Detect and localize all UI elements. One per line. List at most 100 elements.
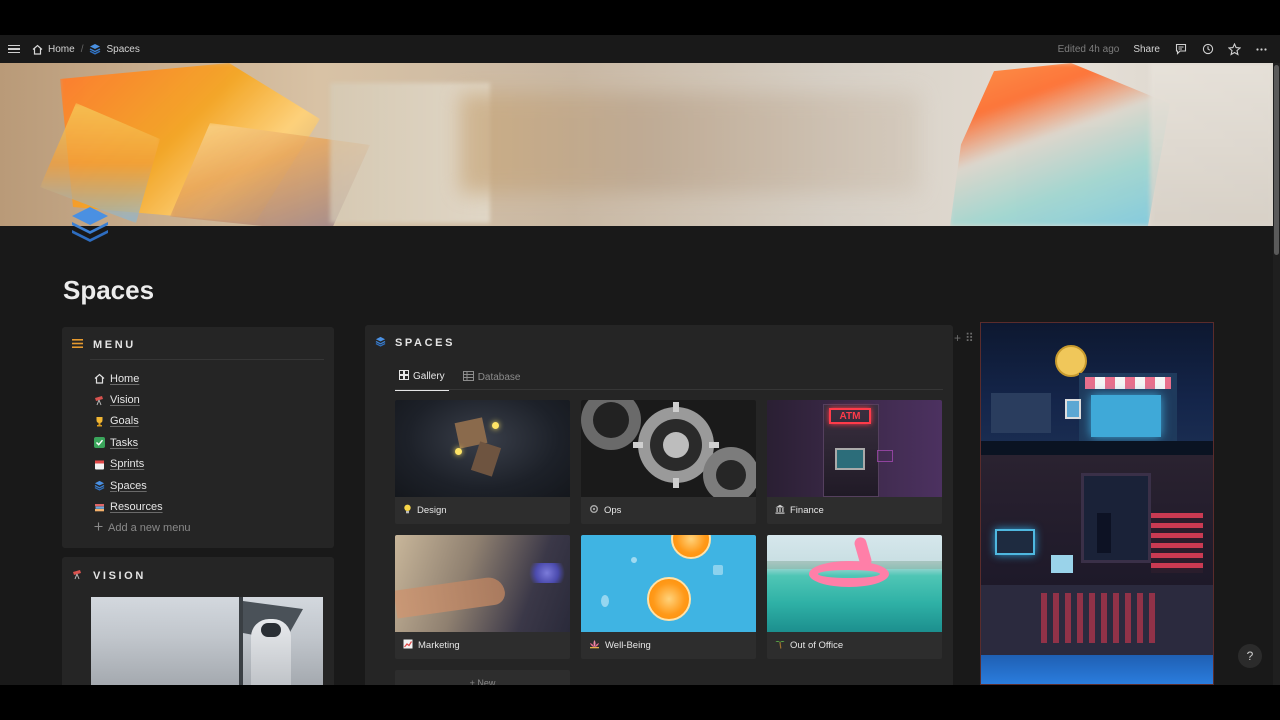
home-icon — [32, 44, 43, 55]
gallery-grid: Design Ops ATM Finance Marketing Well-Be… — [395, 400, 942, 659]
share-button[interactable]: Share — [1133, 44, 1160, 55]
bank-icon — [775, 504, 785, 517]
spaces-heading-label: SPACES — [395, 337, 456, 349]
video-letterbox-top — [0, 0, 1280, 35]
block-handle[interactable]: + ⠿ — [954, 331, 974, 345]
breadcrumb-spaces[interactable]: Spaces — [89, 43, 140, 55]
menu-heading-label: MENU — [93, 339, 136, 351]
spaces-heading: SPACES — [375, 336, 455, 350]
page-stack-icon[interactable] — [68, 203, 112, 247]
tab-database-label: Database — [477, 372, 521, 383]
new-card-button[interactable]: + New — [395, 670, 570, 685]
chart-icon — [403, 639, 413, 652]
menu-item-label: Goals — [110, 415, 139, 428]
palm-tree-icon — [775, 639, 785, 652]
home-icon — [94, 373, 105, 384]
notion-app: Home / Spaces Edited 4h ago Share Spaces… — [0, 35, 1280, 685]
edited-timestamp: Edited 4h ago — [1057, 43, 1120, 55]
vision-image[interactable] — [91, 597, 323, 685]
card-cover-image — [395, 535, 570, 632]
card-cover-image: ATM — [767, 400, 942, 497]
page-scrollbar[interactable] — [1273, 63, 1280, 685]
vision-heading: VISION — [62, 557, 334, 583]
view-tabs: Gallery Database — [395, 367, 525, 391]
stack-icon — [375, 336, 386, 350]
comment-icon[interactable] — [1174, 43, 1187, 56]
breadcrumb-spaces-label: Spaces — [106, 43, 140, 55]
lightbulb-icon — [403, 504, 412, 517]
calendar-icon — [94, 459, 105, 470]
gallery-card-marketing[interactable]: Marketing — [395, 535, 570, 659]
breadcrumb-separator: / — [80, 43, 84, 55]
spaces-database: SPACES Gallery Database Design Ops ATM F… — [365, 325, 953, 685]
card-title: Finance — [790, 505, 824, 516]
plus-icon — [94, 522, 103, 534]
gallery-card-ops[interactable]: Ops — [581, 400, 756, 524]
add-block-plus-icon[interactable]: + — [954, 331, 961, 345]
tab-gallery[interactable]: Gallery — [395, 367, 449, 391]
menu-item-label: Tasks — [110, 436, 139, 449]
menu-callout: MENU Home Vision Goals Tasks Sprints Spa… — [62, 327, 334, 548]
menu-item-vision[interactable]: Vision — [94, 389, 191, 410]
menu-item-resources[interactable]: Resources — [94, 496, 191, 517]
menu-item-sprints[interactable]: Sprints — [94, 454, 191, 475]
breadcrumb-home-label: Home — [48, 43, 75, 55]
menu-item-label: Vision — [110, 394, 140, 407]
page-cover-image[interactable] — [0, 63, 1273, 226]
breadcrumb-home[interactable]: Home — [32, 44, 75, 55]
menu-item-label: Home — [110, 372, 140, 385]
page-title[interactable]: Spaces — [63, 275, 154, 306]
card-cover-image — [767, 535, 942, 632]
gallery-card-out-of-office[interactable]: Out of Office — [767, 535, 942, 659]
card-cover-image — [581, 400, 756, 497]
stack-icon — [89, 43, 101, 55]
scrollbar-thumb[interactable] — [1274, 65, 1279, 255]
menu-item-label: Resources — [110, 501, 163, 514]
card-cover-image — [395, 400, 570, 497]
lotus-icon — [589, 639, 600, 652]
gallery-card-finance[interactable]: ATM Finance — [767, 400, 942, 524]
tab-database[interactable]: Database — [459, 367, 525, 391]
books-icon — [94, 502, 105, 513]
help-button[interactable]: ? — [1238, 644, 1262, 668]
card-title: Marketing — [418, 640, 460, 651]
trophy-icon — [94, 416, 105, 427]
gear-icon — [589, 504, 599, 517]
check-icon — [94, 437, 105, 449]
card-title: Well-Being — [605, 640, 651, 651]
add-new-menu-button[interactable]: Add a new menu — [94, 518, 191, 539]
history-clock-icon[interactable] — [1201, 43, 1214, 56]
menu-list: Home Vision Goals Tasks Sprints Spaces R… — [94, 368, 191, 539]
menu-item-label: Sprints — [110, 458, 145, 471]
vision-callout: VISION — [62, 557, 334, 685]
menu-item-spaces[interactable]: Spaces — [94, 475, 191, 496]
add-new-menu-label: Add a new menu — [108, 522, 191, 535]
menu-item-goals[interactable]: Goals — [94, 411, 191, 432]
vision-heading-label: VISION — [93, 570, 146, 582]
stack-icon — [94, 480, 105, 491]
favorite-star-icon[interactable] — [1228, 42, 1241, 56]
telescope-icon — [94, 395, 105, 406]
gallery-card-well-being[interactable]: Well-Being — [581, 535, 756, 659]
menu-item-home[interactable]: Home — [94, 368, 191, 389]
top-bar-actions: Edited 4h ago Share — [1058, 35, 1268, 63]
hamburger-heading-icon — [72, 339, 83, 351]
card-cover-image — [581, 535, 756, 632]
tabs-divider — [395, 389, 943, 390]
card-title: Out of Office — [790, 640, 844, 651]
menu-divider — [90, 359, 324, 360]
gallery-grid-icon — [399, 370, 409, 383]
menu-heading: MENU — [62, 327, 334, 351]
hamburger-menu-icon[interactable] — [8, 42, 22, 56]
tab-gallery-label: Gallery — [413, 371, 445, 382]
menu-item-label: Spaces — [110, 479, 147, 492]
more-options-icon[interactable] — [1255, 43, 1268, 56]
menu-item-tasks[interactable]: Tasks — [94, 432, 191, 453]
card-title: Ops — [604, 505, 622, 516]
pixel-art-image[interactable] — [980, 322, 1214, 685]
telescope-icon — [72, 569, 83, 583]
video-letterbox-bottom — [0, 685, 1280, 720]
top-bar: Home / Spaces Edited 4h ago Share — [0, 35, 1280, 63]
drag-handle-icon[interactable]: ⠿ — [965, 331, 974, 345]
gallery-card-design[interactable]: Design — [395, 400, 570, 524]
